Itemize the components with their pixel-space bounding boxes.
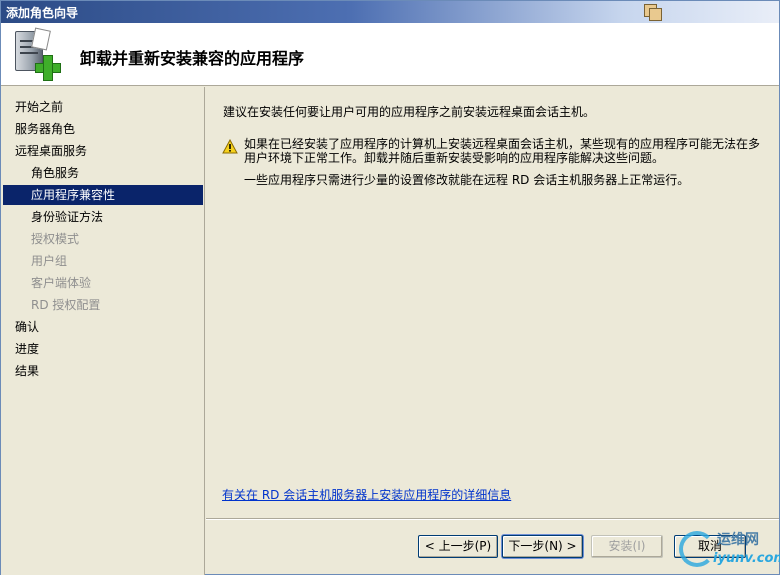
button-area-divider: [206, 518, 779, 520]
more-info-link[interactable]: 有关在 RD 会话主机服务器上安装应用程序的详细信息: [222, 486, 511, 503]
add-roles-wizard-window: 添加角色向导 卸载并重新安装兼容的应用程序 开始之前 服务器角色 远程桌面服务 …: [0, 0, 780, 575]
warning-text: 如果在已经安装了应用程序的计算机上安装远程桌面会话主机，某些现有的应用程序可能无…: [244, 137, 761, 165]
wizard-content: 建议在安装任何要让用户可用的应用程序之前安装远程桌面会话主机。 如果在已经安装了…: [206, 87, 779, 518]
step-before-you-begin[interactable]: 开始之前: [1, 97, 204, 117]
step-application-compatibility[interactable]: 应用程序兼容性: [3, 185, 203, 205]
watermark-top-text: 运维网: [717, 532, 759, 548]
next-button[interactable]: 下一步(N) >: [502, 535, 583, 558]
intro-text: 建议在安装任何要让用户可用的应用程序之前安装远程桌面会话主机。: [223, 105, 596, 119]
step-progress[interactable]: 进度: [1, 339, 204, 359]
step-licensing-mode: 授权模式: [31, 232, 80, 246]
watermark-ring-icon: [679, 531, 715, 567]
step-server-roles[interactable]: 服务器角色: [1, 119, 204, 139]
title-bar[interactable]: 添加角色向导: [1, 1, 779, 23]
previous-button[interactable]: < 上一步(P): [418, 535, 498, 558]
step-rd-licensing-config: RD 授权配置: [31, 298, 101, 312]
warning-icon: [222, 139, 238, 154]
install-button: 安装(I): [591, 535, 663, 558]
window-title: 添加角色向导: [6, 6, 79, 20]
page-title: 卸载并重新安装兼容的应用程序: [80, 49, 305, 68]
note-text: 一些应用程序只需进行少量的设置修改就能在远程 RD 会话主机服务器上正常运行。: [244, 173, 690, 187]
watermark-bottom-text: iyunv.com: [713, 551, 780, 566]
watermark-logo: 运维网 iyunv.com: [677, 525, 780, 573]
wizard-steps-sidebar: 开始之前 服务器角色 远程桌面服务 角色服务 应用程序兼容性 身份验证方法 授权…: [1, 87, 205, 575]
server-add-icon: [13, 27, 63, 81]
wizard-header: 卸载并重新安装兼容的应用程序: [1, 23, 779, 86]
restore-windows-icon: [641, 4, 665, 21]
step-client-experience: 客户端体验: [31, 276, 92, 290]
step-results[interactable]: 结果: [1, 361, 204, 381]
step-authentication-method[interactable]: 身份验证方法: [1, 207, 204, 227]
step-user-groups: 用户组: [31, 254, 68, 268]
step-confirmation[interactable]: 确认: [1, 317, 204, 337]
step-role-services[interactable]: 角色服务: [1, 163, 204, 183]
step-remote-desktop-services[interactable]: 远程桌面服务: [1, 141, 204, 161]
